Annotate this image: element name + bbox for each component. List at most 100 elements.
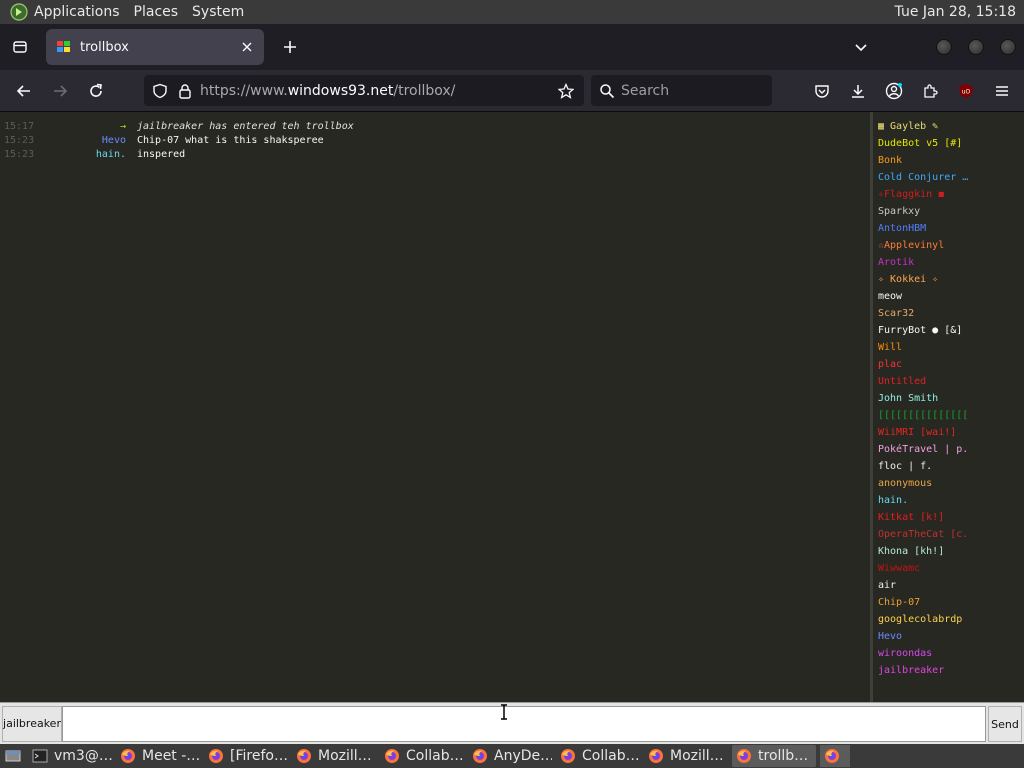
user-list-item[interactable]: meow (873, 288, 1024, 305)
back-button[interactable] (8, 75, 40, 107)
user-list-item[interactable]: PokéTravel | p. (873, 441, 1024, 458)
minimize-window-button[interactable] (936, 39, 952, 55)
app-menu-button[interactable] (986, 75, 1018, 107)
user-list-item[interactable]: OperaTheCat [c. (873, 526, 1024, 543)
hamburger-menu-icon (996, 86, 1008, 96)
message-nick[interactable]: → (0, 121, 126, 132)
account-icon (885, 82, 903, 100)
ublock-origin-button[interactable]: uO (950, 75, 982, 107)
taskbar-window-button[interactable]: AnyDe… (468, 745, 552, 767)
user-list-item[interactable]: Wiwwamc (873, 560, 1024, 577)
search-placeholder: Search (621, 82, 670, 99)
search-icon (600, 83, 615, 98)
windows93-favicon-icon (57, 41, 70, 52)
firefox-icon (209, 749, 223, 763)
lock-icon[interactable] (178, 83, 192, 99)
user-list-item[interactable]: Hevo (873, 628, 1024, 645)
reload-button[interactable] (80, 75, 112, 107)
chat-message: 15:23 Hevo Chip-07 what is this shaksperee (0, 133, 870, 147)
maximize-window-button[interactable] (968, 39, 984, 55)
user-list-item[interactable]: ✧ Kokkei ✧ (873, 271, 1024, 288)
user-list-item[interactable]: WiiMRI [wai!] (873, 424, 1024, 441)
user-list-item[interactable]: DudeBot v5 [#] (873, 135, 1024, 152)
message-text: inspered (137, 148, 186, 160)
places-menu[interactable]: Places (134, 4, 179, 20)
taskbar-window-button[interactable]: Collab… (380, 745, 464, 767)
user-list-item[interactable]: plac (873, 356, 1024, 373)
user-list-item[interactable]: anonymous (873, 475, 1024, 492)
taskbar-window-button[interactable] (820, 745, 850, 767)
bookmark-star-icon[interactable] (558, 82, 574, 99)
user-list-item[interactable]: FurryBot ● [&] (873, 322, 1024, 339)
account-button[interactable] (878, 75, 910, 107)
taskbar-window-button[interactable]: [Firefo… (204, 745, 288, 767)
downloads-button[interactable] (842, 75, 874, 107)
message-nick[interactable]: hain. (0, 149, 126, 160)
taskbar-window-button[interactable]: Collab… (556, 745, 640, 767)
download-icon (852, 85, 864, 98)
user-list-item[interactable]: Kitkat [k!] (873, 509, 1024, 526)
user-list-item[interactable]: Arotik (873, 254, 1024, 271)
firefox-view-button[interactable] (0, 24, 40, 70)
clock[interactable]: Tue Jan 28, 15:18 (895, 4, 1016, 20)
user-list-item[interactable]: floc | f. (873, 458, 1024, 475)
user-list-item[interactable]: wiroondas (873, 645, 1024, 662)
tab-trollbox[interactable]: trollbox (46, 29, 264, 65)
url-path: /trollbox/ (393, 82, 456, 99)
user-list-item[interactable]: ☆Applevinyl (873, 237, 1024, 254)
user-list-item[interactable]: AntonHBM (873, 220, 1024, 237)
distro-logo-icon[interactable] (10, 3, 28, 21)
show-desktop-button[interactable] (2, 745, 24, 767)
taskbar-window-label: trollb… (758, 748, 809, 764)
message-input[interactable] (62, 706, 986, 742)
user-list-item[interactable]: air (873, 577, 1024, 594)
send-button[interactable]: Send (988, 706, 1022, 742)
taskbar-window-button[interactable]: trollb… (732, 745, 816, 767)
user-list-item[interactable]: Chip-07 (873, 594, 1024, 611)
firefox-view-icon (13, 41, 27, 53)
user-list-item[interactable]: Khona [kh!] (873, 543, 1024, 560)
user-list-item[interactable]: ▦ Gayleb ✎ (873, 118, 1024, 135)
chat-messages-area[interactable]: 15:17 → jailbreaker has entered teh trollb… (0, 112, 870, 702)
user-list-item[interactable]: John Smith (873, 390, 1024, 407)
taskbar-window-button[interactable]: Mozill… (644, 745, 728, 767)
user-list-item[interactable]: hain. (873, 492, 1024, 509)
extensions-button[interactable] (914, 75, 946, 107)
new-tab-button[interactable] (272, 29, 308, 65)
close-window-button[interactable] (1000, 39, 1016, 55)
taskbar-window-label: Mozill… (670, 748, 724, 764)
nickname-button[interactable]: jailbreaker (2, 705, 62, 742)
firefox-icon (121, 749, 135, 763)
url-bar[interactable]: https://www. windows93.net/trollbox/ (144, 75, 584, 106)
firefox-icon (473, 749, 487, 763)
user-list-item[interactable]: Bonk (873, 152, 1024, 169)
taskbar-window-button[interactable]: Mozill… (292, 745, 376, 767)
user-list-item[interactable]: Scar32 (873, 305, 1024, 322)
user-list-item[interactable]: jailbreaker (873, 662, 1024, 679)
close-tab-icon[interactable] (240, 40, 254, 54)
system-menu[interactable]: System (192, 4, 244, 20)
terminal-icon (32, 749, 48, 763)
user-list-item[interactable]: [[[[[[[[[[[[[[[ (873, 407, 1024, 424)
message-nick[interactable]: Hevo (0, 135, 126, 146)
user-list-item[interactable]: Cold Conjurer … (873, 169, 1024, 186)
taskbar-window-button[interactable]: Meet -… (116, 745, 200, 767)
user-list-item[interactable]: ✧Flaggkin ◼ (873, 186, 1024, 203)
taskbar-window-label: AnyDe… (494, 748, 552, 764)
shield-icon[interactable] (152, 83, 168, 99)
user-list-item[interactable]: Will (873, 339, 1024, 356)
taskbar-window-button[interactable]: vm3@… (28, 745, 112, 767)
forward-button[interactable] (44, 75, 76, 107)
message-text: jailbreaker has entered teh trollbox (137, 120, 354, 132)
chat-message: 15:17 → jailbreaker has entered teh trollb… (0, 119, 870, 133)
pocket-button[interactable] (806, 75, 838, 107)
firefox-icon (561, 749, 575, 763)
list-all-tabs-icon[interactable] (854, 40, 868, 54)
search-bar[interactable]: Search (591, 75, 772, 106)
puzzle-piece-icon (924, 84, 938, 98)
user-list-item[interactable]: Sparkxy (873, 203, 1024, 220)
user-list-item[interactable]: Untitled (873, 373, 1024, 390)
applications-menu[interactable]: Applications (34, 4, 120, 20)
message-text: Chip-07 what is this shaksperee (137, 134, 324, 146)
user-list-item[interactable]: googlecolabrdp (873, 611, 1024, 628)
